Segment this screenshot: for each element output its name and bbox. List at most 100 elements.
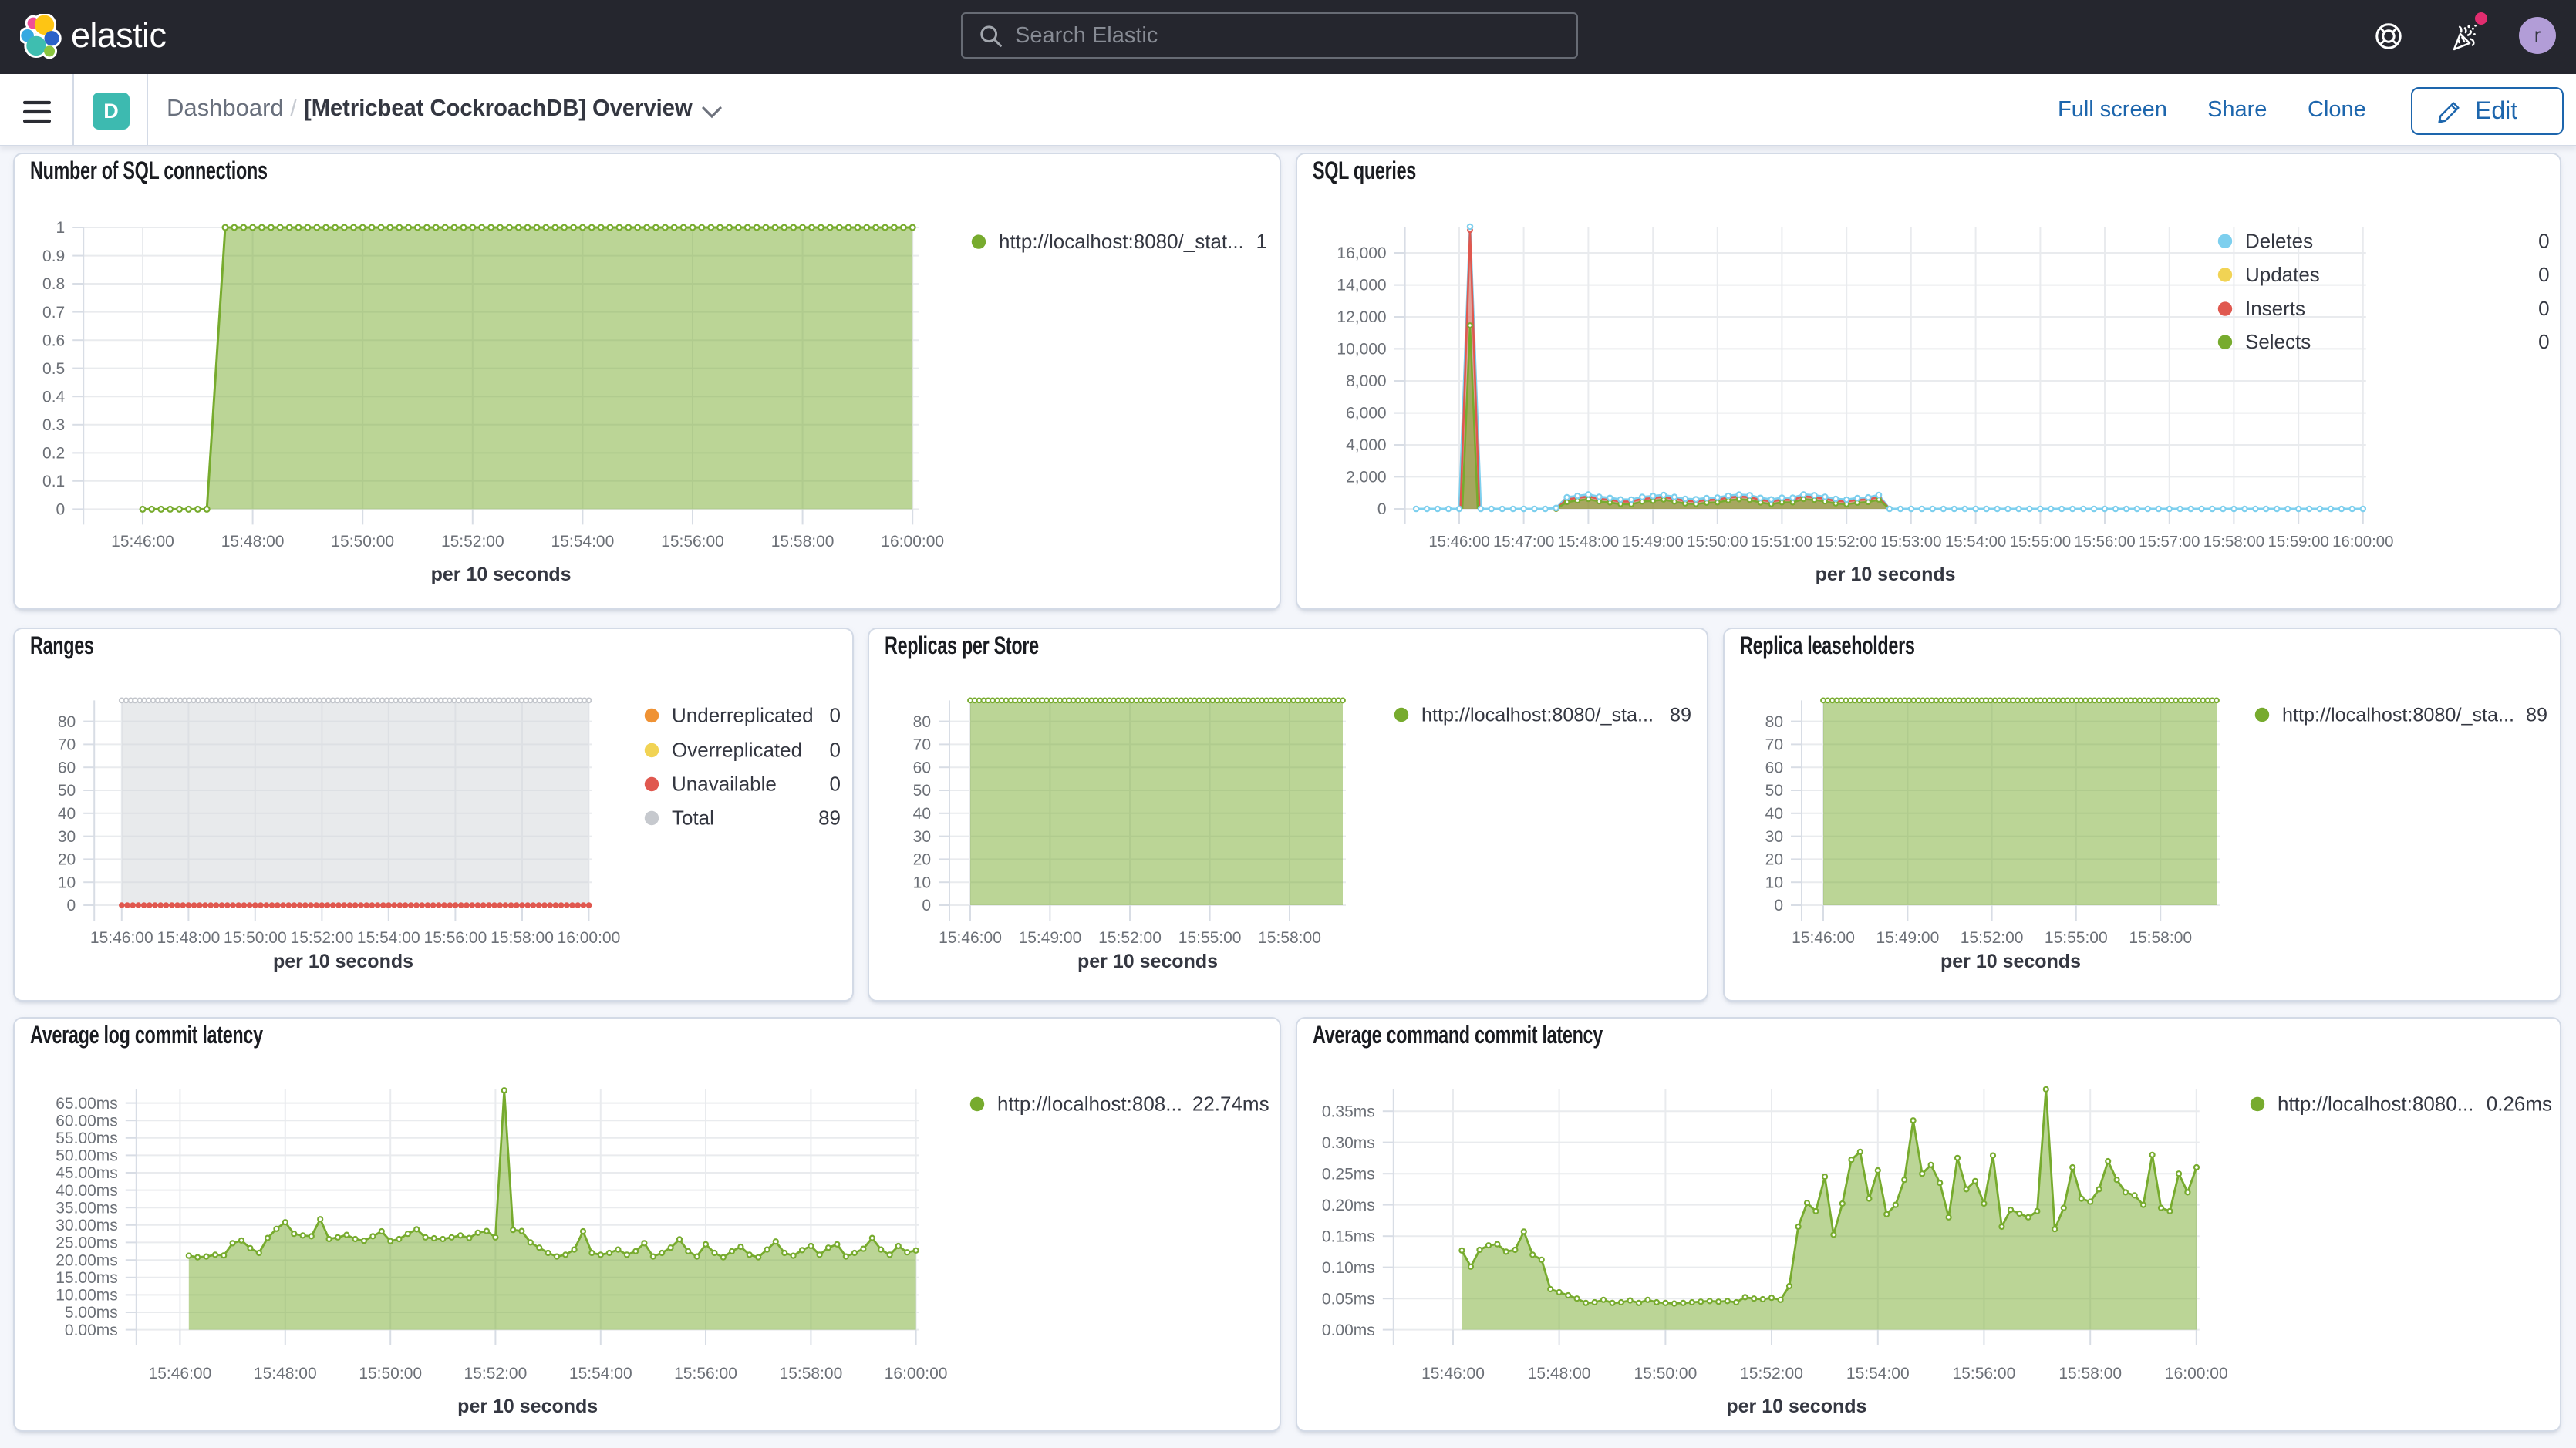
- svg-text:15:52:00: 15:52:00: [1816, 534, 1877, 551]
- svg-text:60: 60: [913, 759, 931, 776]
- svg-text:http://localhost:8080/_sta...: http://localhost:8080/_sta...: [1421, 705, 1654, 726]
- svg-text:0: 0: [1377, 500, 1387, 518]
- svg-text:15:50:00: 15:50:00: [359, 1365, 422, 1382]
- svg-text:15:49:00: 15:49:00: [1623, 534, 1684, 551]
- svg-text:15:55:00: 15:55:00: [1178, 929, 1242, 947]
- svg-text:15:54:00: 15:54:00: [551, 533, 615, 551]
- svg-text:89: 89: [2526, 705, 2547, 726]
- svg-text:50: 50: [58, 782, 76, 800]
- svg-text:0.00ms: 0.00ms: [1322, 1322, 1375, 1339]
- svg-text:per 10 seconds: per 10 seconds: [1726, 1396, 1866, 1417]
- svg-text:0.7: 0.7: [42, 304, 65, 322]
- svg-text:4,000: 4,000: [1346, 436, 1387, 454]
- svg-text:0.1: 0.1: [42, 473, 65, 490]
- svg-text:12,000: 12,000: [1337, 308, 1386, 326]
- svg-text:16:00:00: 16:00:00: [558, 929, 621, 947]
- svg-text:per 10 seconds: per 10 seconds: [1816, 564, 1956, 585]
- svg-text:16:00:00: 16:00:00: [881, 533, 944, 551]
- svg-text:80: 80: [58, 713, 76, 731]
- svg-text:20.00ms: 20.00ms: [56, 1251, 118, 1269]
- svg-text:15:52:00: 15:52:00: [464, 1365, 528, 1382]
- svg-text:15:52:00: 15:52:00: [291, 929, 354, 947]
- svg-text:15:58:00: 15:58:00: [780, 1365, 843, 1382]
- svg-text:15:48:00: 15:48:00: [221, 533, 285, 551]
- svg-text:15:48:00: 15:48:00: [254, 1365, 317, 1382]
- svg-text:15:54:00: 15:54:00: [569, 1365, 632, 1382]
- svg-text:16:00:00: 16:00:00: [885, 1365, 948, 1382]
- svg-text:15:46:00: 15:46:00: [1428, 534, 1489, 551]
- svg-text:15:58:00: 15:58:00: [2203, 534, 2264, 551]
- svg-text:15:56:00: 15:56:00: [1953, 1365, 2016, 1382]
- svg-text:0.10ms: 0.10ms: [1322, 1259, 1375, 1277]
- svg-text:0: 0: [2538, 330, 2549, 353]
- svg-text:0.35ms: 0.35ms: [1322, 1103, 1375, 1120]
- svg-text:0: 0: [67, 897, 76, 914]
- svg-text:15:52:00: 15:52:00: [1961, 929, 2024, 947]
- svg-text:15:51:00: 15:51:00: [1752, 534, 1812, 551]
- svg-text:15:50:00: 15:50:00: [224, 929, 287, 947]
- svg-text:Deletes: Deletes: [2245, 229, 2313, 252]
- svg-text:0: 0: [830, 739, 841, 762]
- svg-text:15:57:00: 15:57:00: [2139, 534, 2200, 551]
- svg-text:25.00ms: 25.00ms: [56, 1234, 118, 1252]
- svg-text:15:54:00: 15:54:00: [1945, 534, 2006, 551]
- svg-text:0.20ms: 0.20ms: [1322, 1197, 1375, 1214]
- svg-text:15:54:00: 15:54:00: [357, 929, 420, 947]
- svg-text:20: 20: [913, 851, 931, 869]
- svg-text:16,000: 16,000: [1337, 244, 1386, 262]
- svg-text:10: 10: [58, 874, 76, 891]
- svg-text:0: 0: [922, 897, 931, 914]
- svg-text:15.00ms: 15.00ms: [56, 1269, 118, 1287]
- svg-text:15:50:00: 15:50:00: [1634, 1365, 1698, 1382]
- svg-text:0.15ms: 0.15ms: [1322, 1227, 1375, 1245]
- svg-text:1: 1: [56, 219, 66, 237]
- svg-text:30: 30: [913, 828, 931, 846]
- svg-text:30: 30: [1765, 828, 1783, 846]
- svg-text:5.00ms: 5.00ms: [65, 1304, 118, 1322]
- svg-text:40: 40: [58, 805, 76, 823]
- svg-text:0: 0: [2538, 297, 2549, 320]
- svg-text:15:46:00: 15:46:00: [939, 929, 1002, 947]
- svg-text:55.00ms: 55.00ms: [56, 1130, 118, 1147]
- svg-text:15:46:00: 15:46:00: [1792, 929, 1855, 947]
- svg-text:80: 80: [913, 713, 931, 731]
- svg-text:60: 60: [1765, 759, 1783, 776]
- svg-text:6,000: 6,000: [1346, 405, 1387, 423]
- svg-text:15:59:00: 15:59:00: [2268, 534, 2329, 551]
- svg-text:22.74ms: 22.74ms: [1192, 1093, 1269, 1116]
- svg-text:15:48:00: 15:48:00: [1528, 1365, 1591, 1382]
- svg-text:0.9: 0.9: [42, 248, 65, 265]
- svg-text:15:47:00: 15:47:00: [1493, 534, 1554, 551]
- svg-text:Underreplicated: Underreplicated: [672, 704, 814, 727]
- svg-text:40.00ms: 40.00ms: [56, 1182, 118, 1200]
- svg-text:15:53:00: 15:53:00: [1880, 534, 1941, 551]
- svg-text:50: 50: [1765, 782, 1783, 800]
- svg-text:89: 89: [818, 807, 841, 830]
- svg-text:15:55:00: 15:55:00: [2045, 929, 2108, 947]
- svg-text:15:56:00: 15:56:00: [2074, 534, 2135, 551]
- svg-text:0.8: 0.8: [42, 275, 65, 293]
- svg-text:15:56:00: 15:56:00: [661, 533, 724, 551]
- svg-text:35.00ms: 35.00ms: [56, 1199, 118, 1217]
- svg-text:20: 20: [58, 851, 76, 869]
- svg-text:14,000: 14,000: [1337, 277, 1386, 295]
- svg-text:60.00ms: 60.00ms: [56, 1112, 118, 1130]
- svg-text:0: 0: [830, 773, 841, 796]
- svg-text:per 10 seconds: per 10 seconds: [457, 1396, 598, 1417]
- svg-text:http://localhost:8080/_sta...: http://localhost:8080/_sta...: [2282, 705, 2514, 726]
- svg-text:0: 0: [56, 501, 66, 519]
- svg-text:Unavailable: Unavailable: [672, 773, 777, 796]
- svg-text:15:54:00: 15:54:00: [1846, 1365, 1910, 1382]
- svg-text:8,000: 8,000: [1346, 372, 1387, 390]
- svg-text:16:00:00: 16:00:00: [2165, 1365, 2228, 1382]
- svg-text:10: 10: [913, 874, 931, 891]
- svg-text:0.4: 0.4: [42, 388, 66, 406]
- svg-text:Overreplicated: Overreplicated: [672, 739, 802, 762]
- svg-text:65.00ms: 65.00ms: [56, 1095, 118, 1113]
- svg-text:Selects: Selects: [2245, 330, 2311, 353]
- svg-text:1: 1: [1256, 230, 1267, 253]
- svg-text:15:46:00: 15:46:00: [149, 1365, 212, 1382]
- svg-text:per 10 seconds: per 10 seconds: [1077, 951, 1218, 972]
- svg-text:50: 50: [913, 782, 931, 800]
- svg-text:Updates: Updates: [2245, 263, 2320, 286]
